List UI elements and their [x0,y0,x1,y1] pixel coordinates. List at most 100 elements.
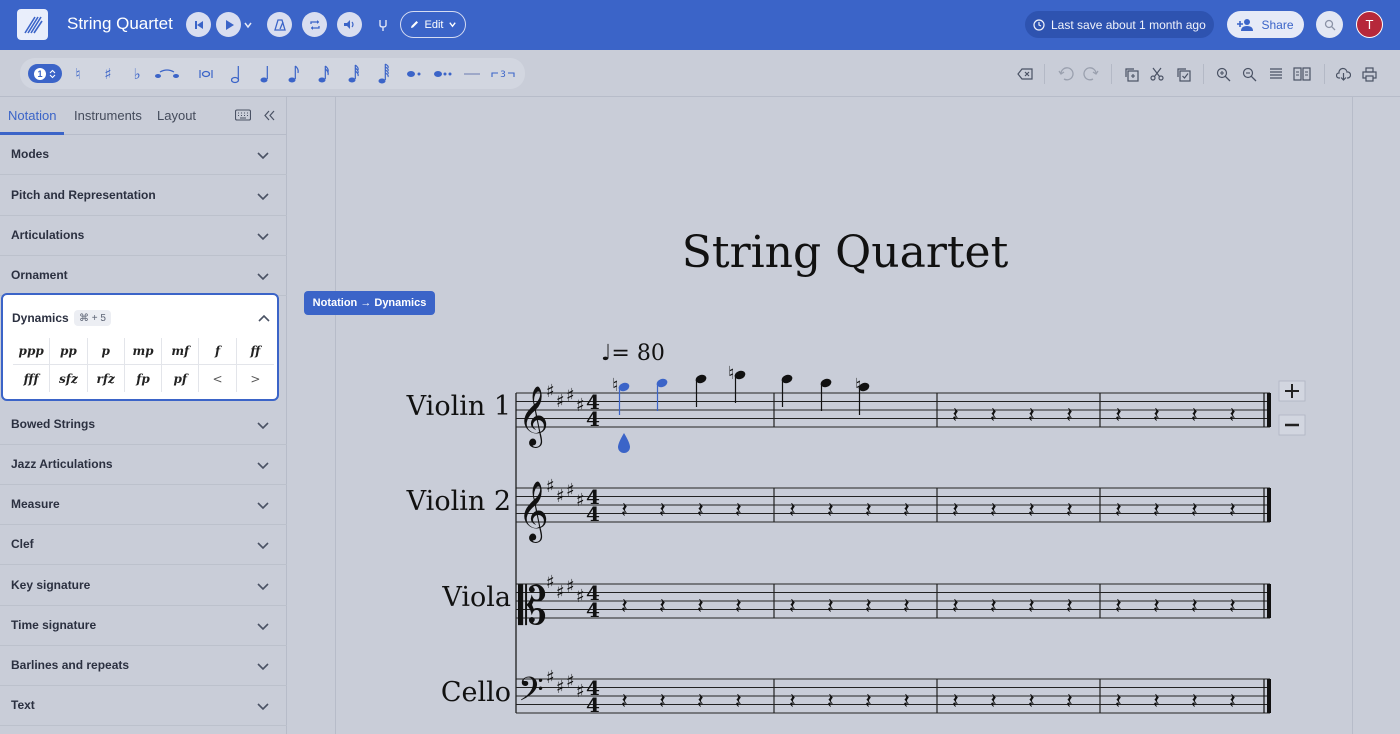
dynamic-f[interactable]: f [199,338,237,365]
rewind-icon [194,20,203,29]
collapse-sidebar-icon[interactable] [264,110,275,121]
augmentation-dot-icon[interactable] [405,61,423,86]
metronome-button[interactable] [267,12,292,37]
playback-options-dropdown[interactable] [238,12,258,37]
64th-note-icon[interactable] [376,61,392,86]
play-icon [225,19,234,30]
32nd-note-icon[interactable] [346,61,362,86]
quarter-rest-icon: 𝄽 [1153,690,1160,715]
dynamic-sfz[interactable]: sfz [50,365,88,392]
avatar[interactable]: T [1356,11,1383,38]
crescendo-hairpin[interactable]: < [199,365,237,392]
tab-instruments[interactable]: Instruments [74,108,142,123]
rest-icon[interactable] [464,61,480,86]
dynamic-mp[interactable]: mp [124,338,163,365]
16th-note-icon[interactable] [316,61,332,86]
quarter-rest-icon: 𝄽 [1229,595,1236,620]
tie-icon[interactable] [153,61,181,86]
key-signature-sharp: ♯ [556,582,565,603]
section-text[interactable]: Text [0,686,287,726]
section-label: Modes [11,147,50,161]
undo-icon[interactable] [1055,63,1077,85]
tuning-button[interactable] [370,12,395,37]
download-icon[interactable] [1332,63,1354,85]
redo-icon[interactable] [1080,63,1102,85]
section-pitch-and-representation[interactable]: Pitch and Representation [0,176,287,216]
mixer-button[interactable] [337,12,362,37]
zoom-out-icon[interactable] [1238,63,1260,85]
toolbar-divider [1111,64,1112,84]
print-icon[interactable] [1358,63,1380,85]
dynamic-fp[interactable]: fp [125,365,163,392]
quarter-rest-icon: 𝄽 [1153,499,1160,524]
chevron-down-icon [257,193,269,201]
tab-layout[interactable]: Layout [157,108,196,123]
section-articulations[interactable]: Articulations [0,216,287,256]
section-ornament[interactable]: Ornament [0,256,287,296]
dynamic-p[interactable]: p [87,338,125,365]
key-signature-sharp: ♯ [576,490,585,511]
dynamic-mf[interactable]: mf [162,338,200,365]
section-label: Barlines and repeats [11,658,130,672]
section-measure[interactable]: Measure [0,485,287,525]
section-key-signature[interactable]: Key signature [0,566,287,606]
zoom-in-icon[interactable] [1212,63,1234,85]
loop-button[interactable] [302,12,327,37]
dynamic-pp[interactable]: pp [50,338,88,365]
share-button[interactable]: Share [1227,11,1304,38]
copy-icon[interactable] [1120,63,1142,85]
key-signature-sharp: ♯ [556,391,565,412]
section-clef[interactable]: Clef [0,525,287,565]
save-status-text: Last save about 1 month ago [1051,17,1206,32]
treble-clef-icon: 𝄞 [518,481,549,543]
paste-icon[interactable] [1172,63,1194,85]
key-signature-sharp: ♯ [576,681,585,702]
edit-menu-button[interactable]: Edit [400,11,466,38]
cut-icon[interactable] [1146,63,1168,85]
search-button[interactable] [1316,11,1343,38]
quarter-rest-icon: 𝄽 [865,690,872,715]
natural-icon[interactable]: ♮ [70,61,86,86]
double-dot-icon[interactable] [433,61,453,86]
delete-icon[interactable] [1014,63,1036,85]
diminuendo-hairpin[interactable]: > [237,365,274,392]
save-status: Last save about 1 month ago [1025,11,1214,38]
voice-selector[interactable]: 1 [28,64,62,83]
half-note-icon[interactable] [228,61,244,86]
tab-notation[interactable]: Notation [8,108,56,123]
quarter-rest-icon: 𝄽 [1028,595,1035,620]
section-barlines-and-repeats[interactable]: Barlines and repeats [0,646,287,686]
view-list-icon[interactable] [1265,63,1287,85]
dynamic-pf[interactable]: pf [162,365,200,392]
quarter-rest-icon: 𝄽 [659,499,666,524]
score-staves[interactable]: 𝄞♯ ♯ ♯ ♯ 44 𝄽 𝄽 𝄽 𝄽 𝄽 𝄽 𝄽 𝄽𝄞♯ ♯ ♯ ♯ 44 𝄽 𝄽 𝄽 𝄽 𝄽 𝄽 𝄽 𝄽 𝄽 𝄽 𝄽 𝄽 𝄽 𝄽 𝄽 𝄽𝄡♯… [336,97,1354,734]
final-barline [1267,488,1271,522]
quarter-rest-icon: 𝄽 [1229,499,1236,524]
dynamic-rfz[interactable]: rfz [88,365,125,392]
section-label[interactable]: Dynamics [12,311,69,325]
tuplet-icon[interactable]: 3 [490,61,516,86]
keyboard-icon[interactable] [235,109,251,121]
note-input-toolbar: 1 ♮ ♯ ♭ 3 [0,50,1400,97]
dynamic-ff[interactable]: ff [236,338,274,365]
search-icon [1324,19,1335,30]
score-page: String Quartet ♩= 80 Violin 1 Violin 2 V… [335,97,1353,734]
section-modes[interactable]: Modes [0,135,287,175]
breve-icon[interactable] [198,61,214,86]
eighth-note-icon[interactable] [286,61,302,86]
rewind-button[interactable] [186,12,211,37]
dynamic-ppp[interactable]: ppp [13,338,51,365]
section-jazz-articulations[interactable]: Jazz Articulations [0,445,287,485]
app-logo-icon[interactable] [17,9,48,40]
dynamic-fff[interactable]: fff [13,365,51,392]
section-bowed-strings[interactable]: Bowed Strings [0,405,287,445]
quarter-note-icon[interactable] [257,61,273,86]
section-label: Time signature [11,618,97,632]
quarter-rest-icon: 𝄽 [865,595,872,620]
chevron-up-icon[interactable] [257,312,271,326]
sharp-icon[interactable]: ♯ [100,61,116,86]
section-time-signature[interactable]: Time signature [0,606,287,646]
flat-icon[interactable]: ♭ [129,61,145,86]
view-page-icon[interactable] [1291,63,1313,85]
key-signature-sharp: ♯ [566,480,575,501]
